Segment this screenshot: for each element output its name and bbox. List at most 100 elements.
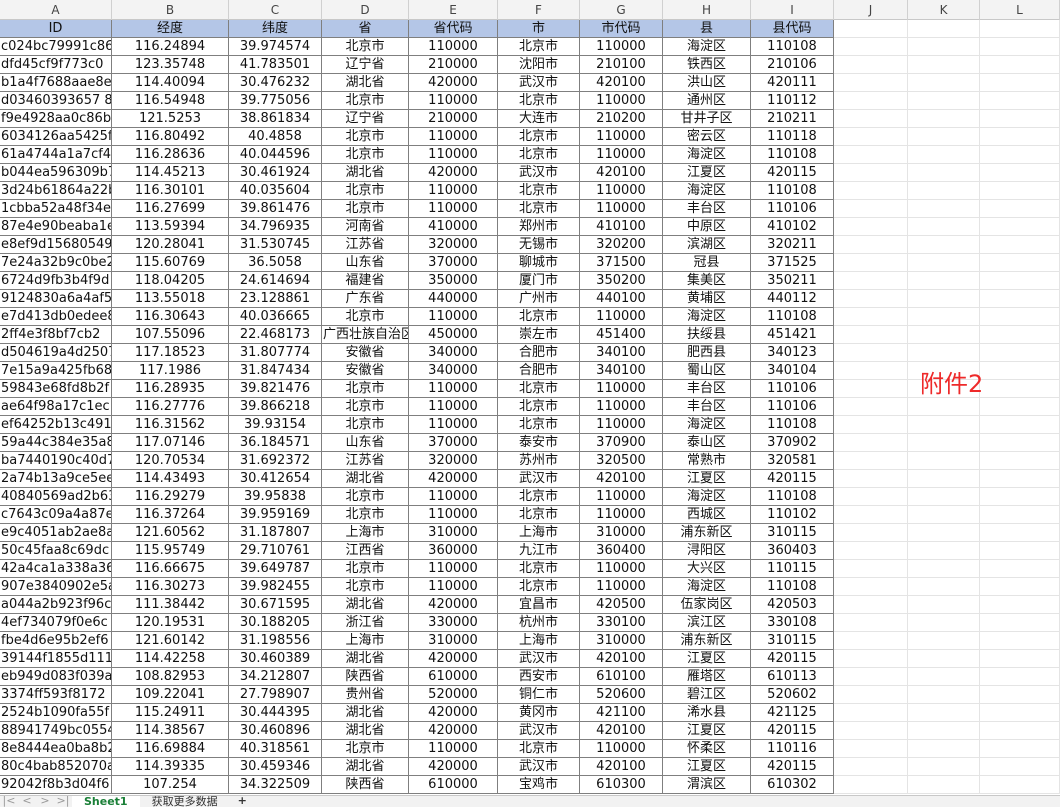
empty-cell[interactable]	[980, 524, 1060, 542]
table-cell[interactable]: c024bc79991c86	[0, 38, 112, 56]
table-cell[interactable]: 40840569ad2b63	[0, 488, 112, 506]
empty-cell[interactable]	[908, 254, 980, 272]
table-cell[interactable]: 湖北省	[322, 596, 409, 614]
header-cell[interactable]: 省代码	[409, 20, 498, 38]
column-header-f[interactable]: F	[498, 0, 580, 20]
table-cell[interactable]: 北京市	[322, 380, 409, 398]
empty-cell[interactable]	[908, 488, 980, 506]
table-cell[interactable]: ae64f98a17c1ec	[0, 398, 112, 416]
empty-cell[interactable]	[908, 542, 980, 560]
table-cell[interactable]: 117.07146	[112, 434, 229, 452]
empty-cell[interactable]	[980, 164, 1060, 182]
empty-cell[interactable]	[980, 776, 1060, 794]
table-cell[interactable]: 西安市	[498, 668, 580, 686]
empty-cell[interactable]	[834, 74, 908, 92]
table-cell[interactable]: 120.70534	[112, 452, 229, 470]
table-cell[interactable]: 24.614694	[229, 272, 322, 290]
table-cell[interactable]: 110000	[409, 416, 498, 434]
empty-cell[interactable]	[834, 614, 908, 632]
table-cell[interactable]: 110000	[580, 416, 663, 434]
table-cell[interactable]: 39.93154	[229, 416, 322, 434]
table-cell[interactable]: 陕西省	[322, 668, 409, 686]
table-cell[interactable]: 109.22041	[112, 686, 229, 704]
empty-cell[interactable]	[834, 56, 908, 74]
table-cell[interactable]: 110000	[409, 578, 498, 596]
empty-cell[interactable]	[834, 470, 908, 488]
empty-cell[interactable]	[908, 182, 980, 200]
table-cell[interactable]: 420000	[409, 74, 498, 92]
table-cell[interactable]: 38.861834	[229, 110, 322, 128]
table-cell[interactable]: 2a74b13a9ce5ee	[0, 470, 112, 488]
table-cell[interactable]: 北京市	[498, 146, 580, 164]
empty-cell[interactable]	[834, 290, 908, 308]
table-cell[interactable]: 110000	[409, 92, 498, 110]
table-cell[interactable]: 110000	[409, 740, 498, 758]
table-cell[interactable]: 39.982455	[229, 578, 322, 596]
table-cell[interactable]: 310000	[580, 632, 663, 650]
table-cell[interactable]: 北京市	[322, 128, 409, 146]
empty-cell[interactable]	[834, 452, 908, 470]
table-cell[interactable]: 北京市	[322, 308, 409, 326]
table-cell[interactable]: 420115	[751, 722, 834, 740]
header-cell[interactable]: 纬度	[229, 20, 322, 38]
empty-cell[interactable]	[908, 722, 980, 740]
table-cell[interactable]: 320200	[580, 236, 663, 254]
table-cell[interactable]: 110000	[580, 740, 663, 758]
table-cell[interactable]: 110000	[409, 398, 498, 416]
empty-cell[interactable]	[908, 218, 980, 236]
table-cell[interactable]: 320211	[751, 236, 834, 254]
empty-cell[interactable]	[980, 668, 1060, 686]
empty-cell[interactable]	[980, 236, 1060, 254]
table-cell[interactable]: 115.95749	[112, 542, 229, 560]
table-cell[interactable]: 110112	[751, 92, 834, 110]
table-cell[interactable]: 110116	[751, 740, 834, 758]
empty-cell[interactable]	[908, 20, 980, 38]
table-cell[interactable]: 310115	[751, 524, 834, 542]
table-cell[interactable]: 320000	[409, 452, 498, 470]
table-cell[interactable]: ba7440190c40d7	[0, 452, 112, 470]
table-cell[interactable]: 北京市	[322, 398, 409, 416]
empty-cell[interactable]	[834, 506, 908, 524]
table-cell[interactable]: 610113	[751, 668, 834, 686]
table-cell[interactable]: 北京市	[498, 380, 580, 398]
table-cell[interactable]: 110000	[580, 92, 663, 110]
table-cell[interactable]: 泰山区	[663, 434, 751, 452]
column-header-i[interactable]: I	[751, 0, 834, 20]
table-cell[interactable]: 34.322509	[229, 776, 322, 794]
table-cell[interactable]: 海淀区	[663, 38, 751, 56]
table-cell[interactable]: b044ea596309b7	[0, 164, 112, 182]
table-cell[interactable]: 420100	[580, 470, 663, 488]
table-cell[interactable]: 9124830a6a4af5	[0, 290, 112, 308]
empty-cell[interactable]	[980, 326, 1060, 344]
header-cell[interactable]: 经度	[112, 20, 229, 38]
table-cell[interactable]: 451400	[580, 326, 663, 344]
table-cell[interactable]: 116.30643	[112, 308, 229, 326]
table-cell[interactable]: 浦东新区	[663, 632, 751, 650]
empty-cell[interactable]	[834, 740, 908, 758]
table-cell[interactable]: 370000	[409, 254, 498, 272]
table-cell[interactable]: 61a4744a1a7cf4	[0, 146, 112, 164]
empty-cell[interactable]	[980, 74, 1060, 92]
table-cell[interactable]: 371525	[751, 254, 834, 272]
table-cell[interactable]: 黄冈市	[498, 704, 580, 722]
empty-cell[interactable]	[908, 344, 980, 362]
table-cell[interactable]: b1a4f7688aae8e	[0, 74, 112, 92]
table-cell[interactable]: 怀柔区	[663, 740, 751, 758]
table-cell[interactable]: 340100	[580, 362, 663, 380]
table-cell[interactable]: 海淀区	[663, 146, 751, 164]
table-cell[interactable]: 114.42258	[112, 650, 229, 668]
table-cell[interactable]: 丰台区	[663, 398, 751, 416]
table-cell[interactable]: 湖北省	[322, 470, 409, 488]
table-cell[interactable]: 贵州省	[322, 686, 409, 704]
table-cell[interactable]: 310000	[409, 524, 498, 542]
table-cell[interactable]: 116.30273	[112, 578, 229, 596]
table-cell[interactable]: 广州市	[498, 290, 580, 308]
table-cell[interactable]: 30.459346	[229, 758, 322, 776]
table-cell[interactable]: 410102	[751, 218, 834, 236]
empty-cell[interactable]	[980, 308, 1060, 326]
empty-cell[interactable]	[834, 632, 908, 650]
table-cell[interactable]: 34.212807	[229, 668, 322, 686]
table-cell[interactable]: 上海市	[498, 632, 580, 650]
table-cell[interactable]: 冠县	[663, 254, 751, 272]
table-cell[interactable]: 浠水县	[663, 704, 751, 722]
